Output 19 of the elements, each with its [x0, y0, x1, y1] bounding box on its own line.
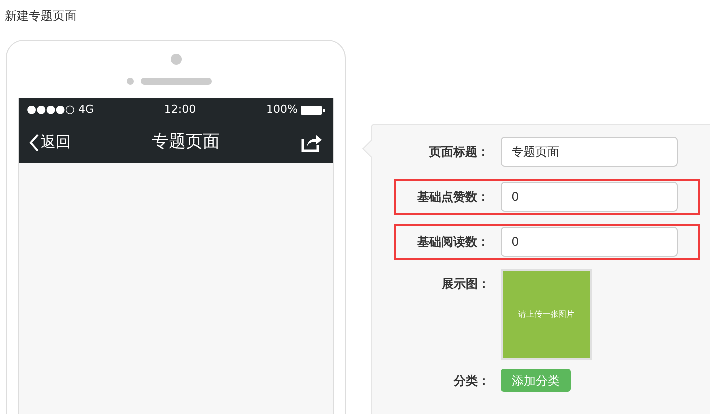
field-label: 分类： — [452, 372, 490, 390]
field-label: 页面标题： — [428, 144, 490, 161]
battery-text: 100% — [266, 102, 298, 118]
page-title: 新建专题页面 — [5, 8, 77, 25]
battery-icon — [300, 106, 325, 114]
share-icon[interactable] — [301, 132, 323, 152]
field-label: 展示图： — [441, 276, 490, 293]
clock-text: 12:00 — [164, 102, 196, 118]
field-label: 基础点赞数： — [416, 189, 490, 206]
camera-icon — [171, 54, 182, 65]
back-button[interactable]: 返回 — [29, 131, 71, 154]
chevron-left-icon — [29, 134, 39, 152]
speaker-icon — [127, 77, 212, 85]
screen-title: 专题页面 — [152, 130, 220, 154]
field-label: 基础阅读数： — [416, 234, 490, 251]
signal-text: ●●●●○ 4G — [27, 102, 94, 118]
text-field[interactable]: 0 — [500, 182, 678, 212]
text-field[interactable]: 专题页面 — [500, 137, 678, 167]
text-field[interactable]: 0 — [500, 227, 678, 257]
